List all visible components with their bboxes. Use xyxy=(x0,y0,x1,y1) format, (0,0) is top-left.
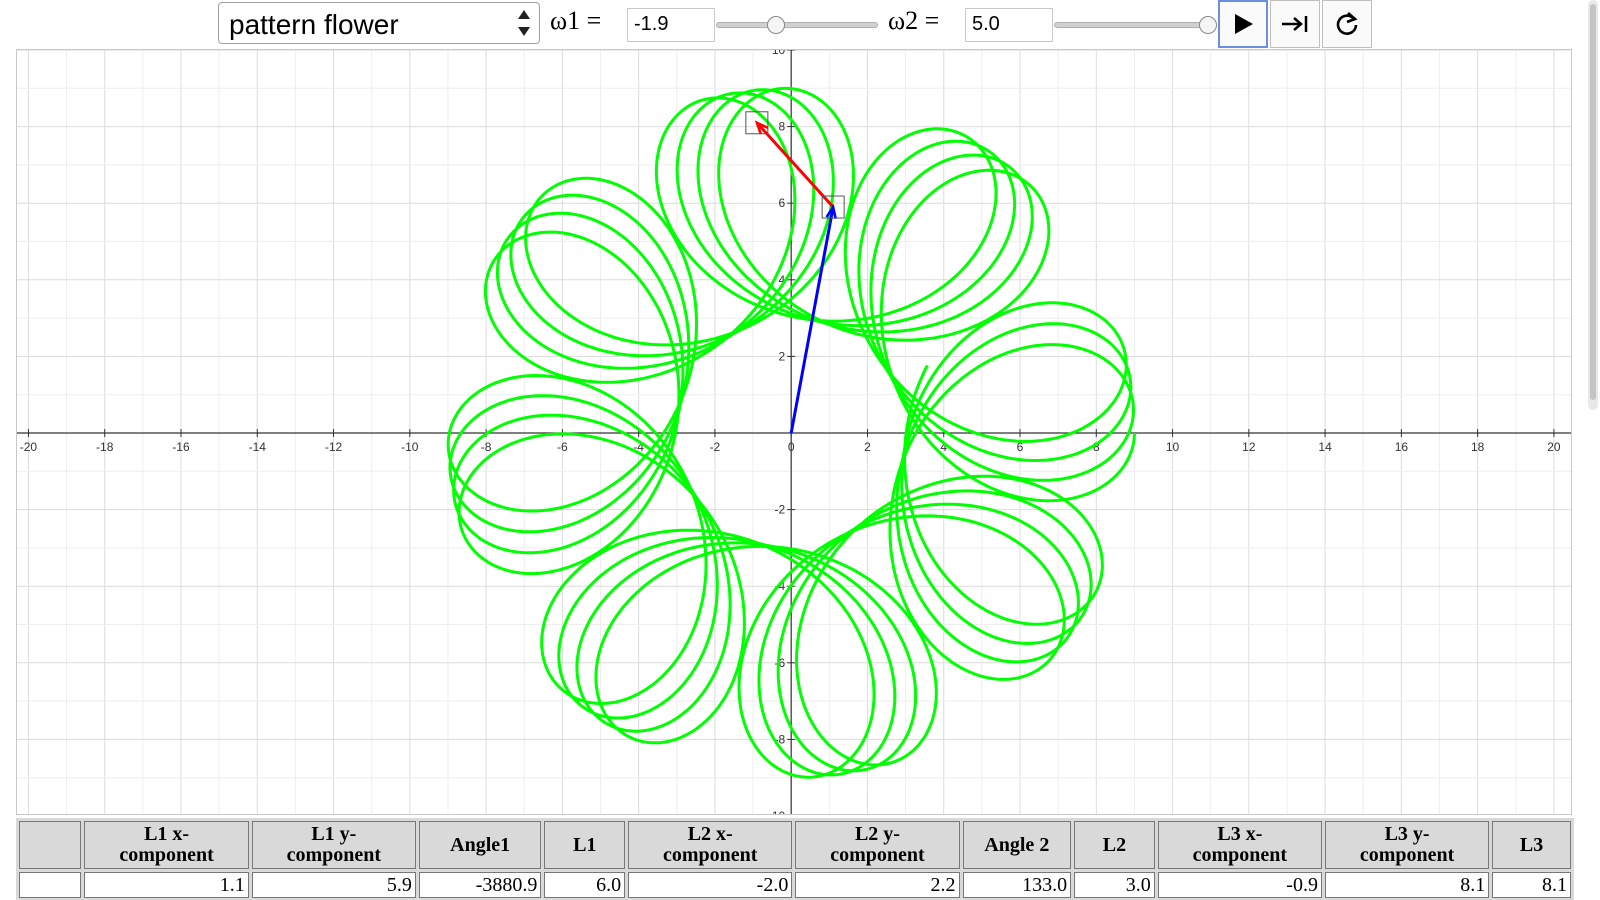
select-arrows-icon xyxy=(518,10,530,36)
x-tick-label: -20 xyxy=(20,440,38,454)
omega1-slider-thumb[interactable] xyxy=(767,16,786,34)
table-cell: 8.1 xyxy=(1324,872,1490,898)
step-forward-icon xyxy=(1282,16,1308,32)
pattern-select-value: pattern flower xyxy=(229,9,399,40)
y-tick-label: 8 xyxy=(778,120,785,134)
x-tick-label: 10 xyxy=(1166,440,1180,454)
table-cell: 3.0 xyxy=(1074,872,1155,898)
graph-canvas[interactable]: -20 -18 -16 -14 -12 -10 -8 -6 -4 -2 0 2 4 6 8 10 12 14 16 1… xyxy=(17,50,1572,815)
table-row: 1.1 5.9 -3880.9 6.0 -2.0 2.2 133.0 3.0 -0.9 8.1 8.… xyxy=(19,872,1571,898)
table-header-cell: L2 y- component xyxy=(795,821,960,869)
x-tick-label: -14 xyxy=(249,440,267,454)
table-header-cell: L1 xyxy=(544,821,626,869)
x-tick-label: -6 xyxy=(557,440,568,454)
table-cell: -3880.9 xyxy=(418,872,542,898)
x-tick-label: 14 xyxy=(1318,440,1332,454)
y-tick-label: -2 xyxy=(775,503,786,517)
y-tick-label: 10 xyxy=(772,50,786,57)
reset-icon xyxy=(1336,12,1358,35)
y-tick-label: -10 xyxy=(768,809,786,815)
table-cell: 6.0 xyxy=(544,872,626,898)
table-header-cell xyxy=(19,821,82,869)
x-tick-label: -8 xyxy=(481,440,492,454)
omega2-input[interactable]: 5.0 xyxy=(965,8,1053,42)
x-tick-label: 16 xyxy=(1395,440,1409,454)
play-icon xyxy=(1235,14,1253,34)
step-button[interactable] xyxy=(1270,0,1320,48)
x-tick-label: -16 xyxy=(172,440,190,454)
x-tick-label: 12 xyxy=(1242,440,1256,454)
omega2-label: ω2 = xyxy=(888,6,940,35)
table-cell: 133.0 xyxy=(962,872,1072,898)
table-header-cell: Angle 2 xyxy=(962,821,1072,869)
table-cell: 8.1 xyxy=(1492,872,1571,898)
omega2-slider-thumb[interactable] xyxy=(1199,16,1217,34)
table-header-row: L1 x- component L1 y- component Angle1 L1 L2… xyxy=(19,821,1571,869)
omega2-slider[interactable] xyxy=(1054,16,1217,34)
table-header-cell: L2 x- component xyxy=(628,821,793,869)
table-cell: 5.9 xyxy=(251,872,416,898)
table-header-cell: L1 x- component xyxy=(84,821,249,869)
x-tick-label: 2 xyxy=(864,440,871,454)
omega1-input[interactable]: -1.9 xyxy=(627,8,715,42)
table-cell: 1.1 xyxy=(84,872,249,898)
play-button[interactable] xyxy=(1218,0,1268,48)
table-header-cell: Angle1 xyxy=(418,821,542,869)
y-tick-label: 6 xyxy=(778,196,785,210)
toolbar: pattern flower ω1 = -1.9 ω2 = 5.0 xyxy=(0,0,1600,48)
table-cell: -0.9 xyxy=(1157,872,1322,898)
table-header-cell: L3 x- component xyxy=(1157,821,1322,869)
table-cell xyxy=(19,872,82,898)
y-tick-label: 2 xyxy=(778,349,785,363)
table-cell: 2.2 xyxy=(795,872,960,898)
x-tick-label: 0 xyxy=(788,440,795,454)
table-header-cell: L3 xyxy=(1492,821,1571,869)
table-header-cell: L2 xyxy=(1074,821,1155,869)
omega1-label: ω1 = xyxy=(550,6,602,35)
table-header-cell: L1 y- component xyxy=(251,821,416,869)
table-header-cell: L3 y- component xyxy=(1324,821,1490,869)
x-tick-label: 18 xyxy=(1471,440,1485,454)
x-tick-label: -18 xyxy=(96,440,114,454)
omega1-slider[interactable] xyxy=(716,16,878,34)
pattern-select[interactable]: pattern flower xyxy=(218,2,540,44)
graph-view[interactable]: -20 -18 -16 -14 -12 -10 -8 -6 -4 -2 0 2 4 6 8 10 12 14 16 1… xyxy=(16,49,1572,815)
values-table: L1 x- component L1 y- component Angle1 L1 L2… xyxy=(16,818,1574,900)
page-scrollbar-thumb[interactable] xyxy=(1590,4,1596,400)
x-tick-label: -10 xyxy=(401,440,419,454)
x-tick-label: -2 xyxy=(710,440,721,454)
reset-button[interactable] xyxy=(1322,0,1372,48)
x-tick-label: -12 xyxy=(325,440,343,454)
table-cell: -2.0 xyxy=(628,872,793,898)
x-tick-label: 20 xyxy=(1547,440,1561,454)
